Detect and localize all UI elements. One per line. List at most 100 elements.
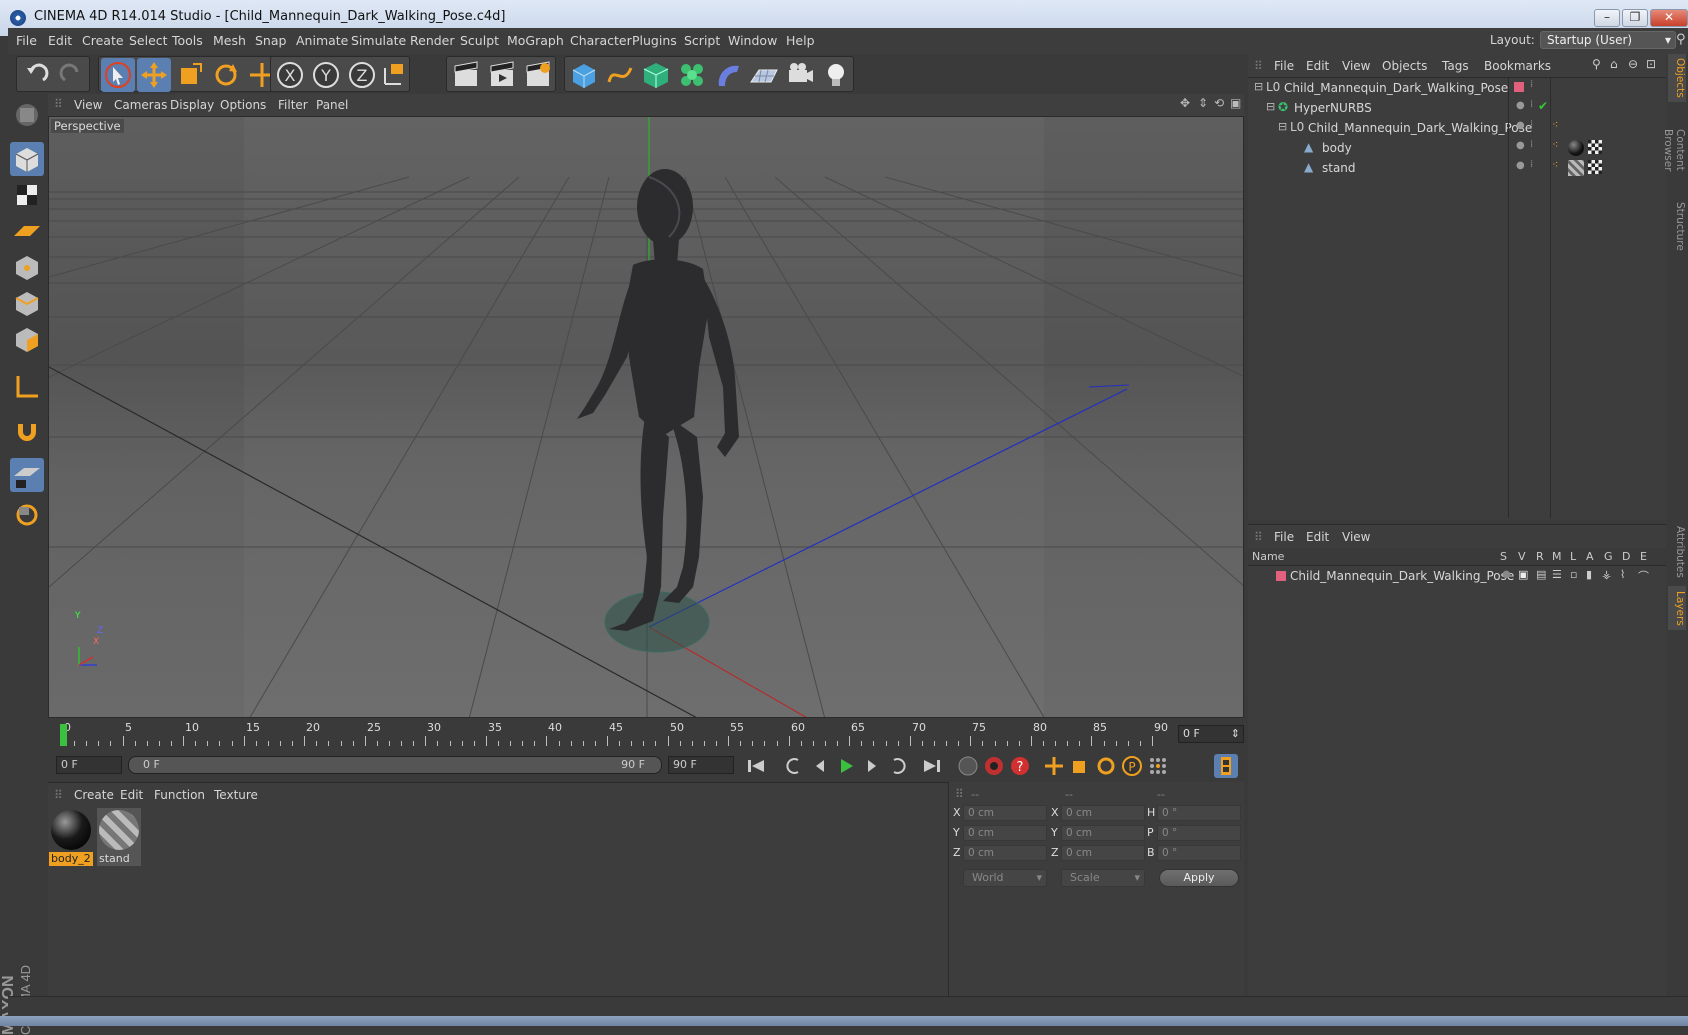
timeline-ruler[interactable]: 0 5 10 15 20 25 30 35 40 45 50 55 60 65 70 75 80 85 90 0 F… [48,718,1244,750]
render-picture-viewer-button[interactable] [485,58,519,92]
menu-render[interactable]: Render [410,33,455,48]
3d-viewport[interactable]: Perspective Y Z X [48,116,1244,718]
animation-toggle-icon[interactable]: ▮ [1586,568,1592,581]
layer-color-swatch[interactable] [1276,571,1286,581]
y-axis-button[interactable]: Y [309,58,343,92]
current-frame-field[interactable]: 0 F ⇕ [1178,725,1244,743]
tab-objects[interactable]: Objects [1668,54,1686,102]
generator-toggle-icon[interactable]: ⚶ [1602,568,1611,581]
phong-tag-icon[interactable]: ⁖ [1552,118,1558,131]
workplane-mode-button[interactable] [10,214,44,248]
maximize-view-icon[interactable]: ▣ [1230,96,1241,110]
object-menu-view[interactable]: View [1342,59,1370,73]
lock-toggle-icon[interactable]: ▫ [1570,568,1577,581]
object-menu-edit[interactable]: Edit [1306,59,1329,73]
layer-menu-edit[interactable]: Edit [1306,530,1329,544]
column-header-animation[interactable]: A [1586,550,1594,563]
live-selection-button[interactable] [101,58,135,92]
column-header-name[interactable]: Name [1252,550,1284,563]
edges-mode-button[interactable] [10,286,44,320]
viewport-menu-view[interactable]: View [74,98,102,112]
enabled-check-icon[interactable]: ✔ [1538,99,1548,113]
tree-row[interactable]: ▲ stand ● ⁞ ⁖ [1248,158,1666,178]
end-frame-field[interactable]: 90 F [668,756,734,774]
points-mode-button[interactable] [10,250,44,284]
spline-pen-button[interactable] [603,58,637,92]
column-header-expressions[interactable]: E [1640,550,1647,563]
previous-key-button[interactable] [782,754,806,778]
move-tool-button[interactable] [137,58,171,92]
menu-simulate[interactable]: Simulate [351,33,406,48]
tab-structure[interactable]: Structure [1668,198,1686,254]
search-icon[interactable]: ⚲ [1592,57,1601,71]
cube-button[interactable] [567,58,601,92]
tree-row[interactable]: ⊟ L0 Child_Mannequin_Dark_Walking_Pose ●… [1248,118,1666,138]
z-axis-button[interactable]: Z [345,58,379,92]
new-window-icon[interactable]: ⊡ [1646,57,1656,71]
material-tag-icon[interactable] [1568,140,1584,156]
visibility-dots-icon[interactable]: ⁞ [1530,99,1533,110]
object-menu-bookmarks[interactable]: Bookmarks [1484,59,1551,73]
layer-color-swatch[interactable] [1514,82,1524,92]
menu-create[interactable]: Create [82,33,124,48]
tab-layers[interactable]: Layers [1668,586,1686,630]
range-slider[interactable]: 0 F 90 F [128,756,662,774]
rot-p-field[interactable]: 0 ° [1157,825,1241,841]
spinner-icon[interactable]: ⇕ [1231,726,1240,742]
redo-button[interactable] [55,58,89,92]
pos-y-field[interactable]: 0 cm [963,825,1047,841]
menu-plugins[interactable]: Plugins [632,33,677,48]
material-menu-texture[interactable]: Texture [214,788,258,802]
viewport-menu-options[interactable]: Options [220,98,266,112]
material-menu-edit[interactable]: Edit [120,788,143,802]
cloner-button[interactable] [675,58,709,92]
apply-button[interactable]: Apply [1159,869,1239,887]
workplane-lock-button[interactable] [10,458,44,492]
undo-button[interactable] [19,58,53,92]
visibility-dots-icon[interactable]: ⁞ [1530,159,1533,170]
autokeying-button[interactable]: ? [1008,754,1032,778]
minimize-button[interactable]: – [1594,9,1620,27]
move-view-icon[interactable]: ✥ [1180,96,1190,110]
rotate-tool-button[interactable] [209,58,243,92]
render-toggle-icon[interactable]: ▤ [1536,568,1546,581]
viewport-menu-panel[interactable]: Panel [316,98,348,112]
render-view-button[interactable] [449,58,483,92]
tab-attributes[interactable]: Attributes [1668,524,1686,580]
uvw-tag-icon[interactable] [1588,160,1602,174]
key-point-level-button[interactable] [1146,754,1170,778]
layer-menu-file[interactable]: File [1274,530,1294,544]
menu-animate[interactable]: Animate [296,33,348,48]
key-parameter-button[interactable]: P [1120,754,1144,778]
snap-button[interactable] [10,414,44,448]
size-y-field[interactable]: 0 cm [1061,825,1145,841]
tree-row[interactable]: ⊟ L0 Child_Mannequin_Dark_Walking_Pose ⁞ [1248,78,1666,98]
phong-tag-icon[interactable]: ⁖ [1552,138,1558,151]
viewport-menu-display[interactable]: Display [170,98,214,112]
motion-record-button[interactable] [956,754,980,778]
next-key-button[interactable] [886,754,910,778]
light-button[interactable] [819,58,853,92]
menu-help[interactable]: Help [786,33,815,48]
menu-edit[interactable]: Edit [48,33,72,48]
layer-row[interactable]: Child_Mannequin_Dark_Walking_Pose ● ▣ ▤ … [1248,566,1666,586]
menu-mograph[interactable]: MoGraph [507,33,564,48]
key-scale-button[interactable] [1068,754,1092,778]
layer-dot-icon[interactable]: ● [1516,120,1525,131]
column-divider[interactable] [1508,78,1509,518]
search-icon[interactable]: ⚲ [1676,32,1686,47]
play-button[interactable] [834,754,858,778]
layer-dot-icon[interactable]: ● [1516,160,1525,171]
rotate-view-icon[interactable]: ⟲ [1214,96,1224,110]
model-mode-button[interactable] [10,142,44,176]
go-to-start-button[interactable] [744,754,768,778]
floor-button[interactable] [747,58,781,92]
menu-tools[interactable]: Tools [172,33,203,48]
visibility-dots-icon[interactable]: ⁞ [1530,119,1533,130]
rot-h-field[interactable]: 0 ° [1157,805,1241,821]
column-header-view[interactable]: V [1518,550,1526,563]
manager-toggle-icon[interactable]: ☰ [1552,568,1562,581]
material-stand[interactable]: stand [97,808,141,866]
locked-workplane-button[interactable] [10,498,44,532]
timeline-button[interactable] [1214,754,1238,778]
